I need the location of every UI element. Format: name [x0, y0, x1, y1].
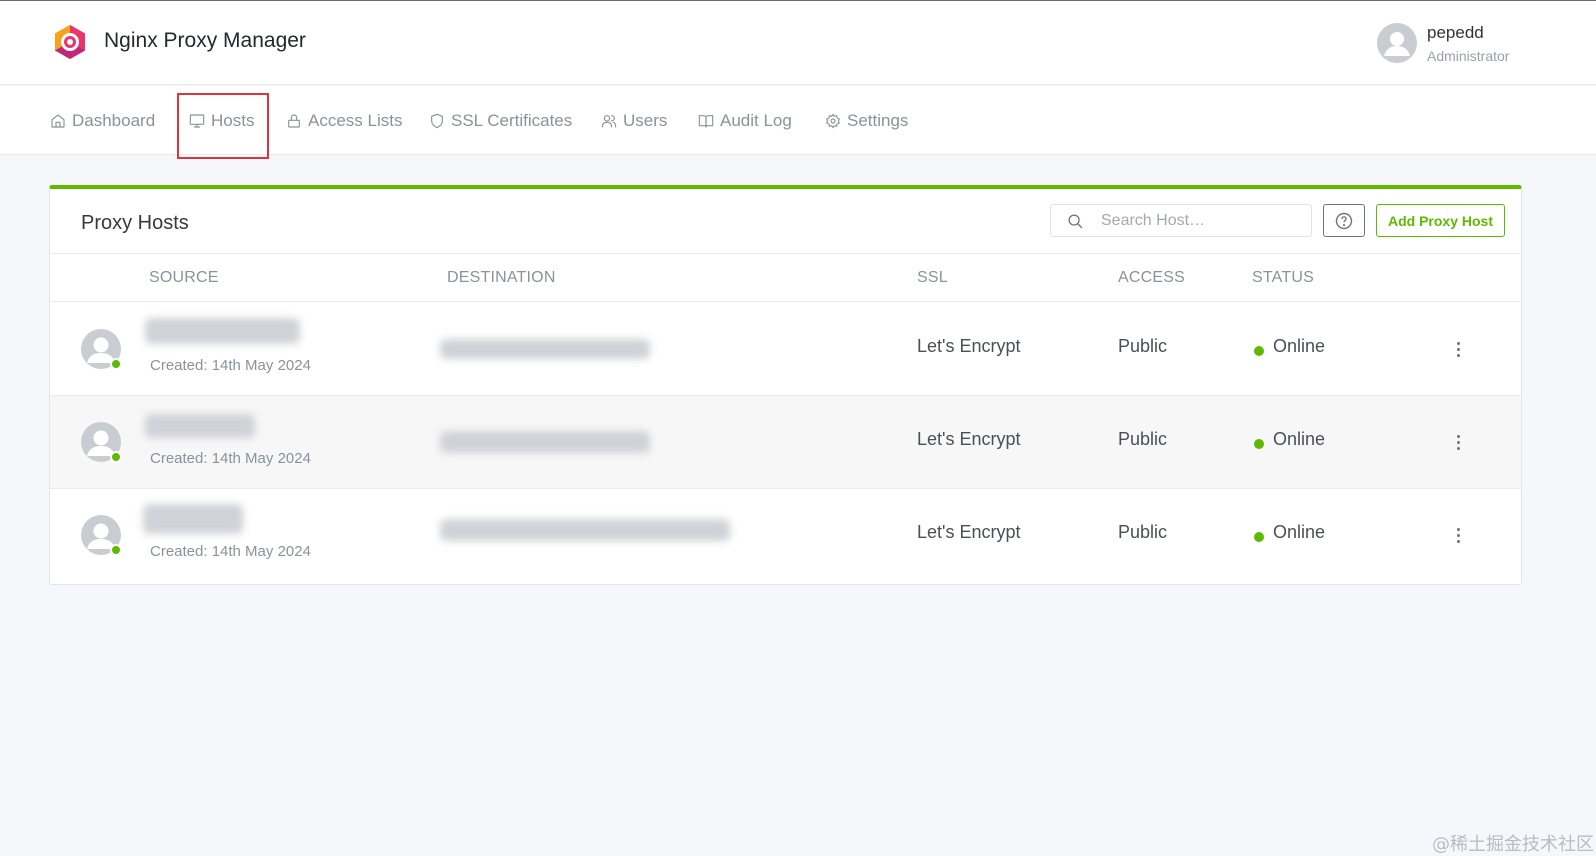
book-icon [698, 114, 714, 128]
watermark: @稀土掘金技术社区 [1432, 834, 1594, 855]
nav-users[interactable]: Users [601, 86, 667, 155]
home-icon [51, 113, 65, 128]
status-dot [1254, 439, 1264, 449]
column-status[interactable]: STATUS [1252, 269, 1314, 287]
created-date: Created: 14th May 2024 [150, 450, 311, 467]
hosts-highlight-box [177, 93, 269, 159]
table-row[interactable]: Created: 14th May 2024 Let's Encrypt Pub… [50, 396, 1521, 489]
ssl-cell: Let's Encrypt [917, 522, 1021, 542]
access-cell: Public [1118, 522, 1168, 542]
user-role: Administrator [1427, 48, 1510, 64]
nav-access-lists-label: Access Lists [308, 110, 403, 130]
status-cell: Online [1273, 522, 1326, 542]
nav-settings[interactable]: Settings [825, 86, 908, 155]
table-row[interactable]: Created: 14th May 2024 Let's Encrypt Pub… [50, 489, 1521, 582]
ssl-cell: Let's Encrypt [917, 429, 1021, 449]
app-title[interactable]: Nginx Proxy Manager [104, 29, 306, 53]
status-dot [1254, 346, 1264, 356]
proxy-hosts-card: Proxy Hosts Add Proxy Host SOURCE DESTIN… [49, 185, 1522, 585]
access-cell: Public [1118, 336, 1168, 356]
row-menu-icon[interactable] [1448, 520, 1468, 550]
online-indicator [110, 451, 122, 463]
table-header: SOURCE DESTINATION SSL ACCESS STATUS [50, 253, 1521, 302]
search-box[interactable] [1050, 204, 1312, 237]
card-title: Proxy Hosts [81, 212, 189, 234]
nav-users-label: Users [623, 110, 668, 130]
nav-dashboard-label: Dashboard [72, 110, 156, 130]
redacted-destination [440, 519, 730, 541]
redacted-destination [440, 339, 650, 359]
status-cell: Online [1273, 336, 1326, 356]
ssl-cell: Let's Encrypt [917, 336, 1021, 356]
nginx-proxy-manager-logo-icon[interactable] [52, 24, 88, 60]
search-input[interactable] [1101, 209, 1301, 233]
online-indicator [110, 358, 122, 370]
search-icon [1068, 214, 1083, 229]
status-cell: Online [1273, 429, 1326, 449]
status-dot [1254, 532, 1264, 542]
column-source[interactable]: SOURCE [149, 269, 219, 287]
online-indicator [110, 544, 122, 556]
nav-ssl-certificates[interactable]: SSL Certificates [429, 86, 572, 155]
help-button[interactable] [1323, 204, 1365, 237]
nav-audit-log[interactable]: Audit Log [698, 86, 792, 155]
nav-access-lists[interactable]: Access Lists [286, 86, 402, 155]
header: Nginx Proxy Manager pepedd Administrator [0, 1, 1596, 85]
settings-icon [826, 113, 840, 128]
created-date: Created: 14th May 2024 [150, 357, 311, 374]
redacted-source [143, 504, 243, 534]
column-destination[interactable]: DESTINATION [447, 269, 556, 287]
shield-icon [431, 113, 443, 128]
lock-icon [288, 114, 300, 128]
table-row[interactable]: Created: 14th May 2024 Let's Encrypt Pub… [50, 303, 1521, 396]
nav-settings-label: Settings [847, 110, 909, 130]
row-menu-icon[interactable] [1448, 334, 1468, 364]
redacted-destination [440, 431, 650, 453]
column-access[interactable]: ACCESS [1118, 269, 1185, 287]
redacted-source [145, 318, 300, 344]
nav-ssl-certificates-label: SSL Certificates [451, 110, 573, 130]
user-name[interactable]: pepedd [1427, 23, 1484, 43]
nav-audit-log-label: Audit Log [720, 110, 792, 130]
row-menu-icon[interactable] [1448, 427, 1468, 457]
access-cell: Public [1118, 429, 1168, 449]
user-avatar-icon[interactable] [1377, 23, 1417, 63]
created-date: Created: 14th May 2024 [150, 543, 311, 560]
column-ssl[interactable]: SSL [917, 269, 948, 287]
help-circle-icon [1335, 212, 1353, 229]
redacted-source [145, 414, 255, 438]
add-proxy-host-button[interactable]: Add Proxy Host [1376, 204, 1505, 237]
users-icon [601, 114, 617, 128]
nav-dashboard[interactable]: Dashboard [50, 86, 155, 155]
